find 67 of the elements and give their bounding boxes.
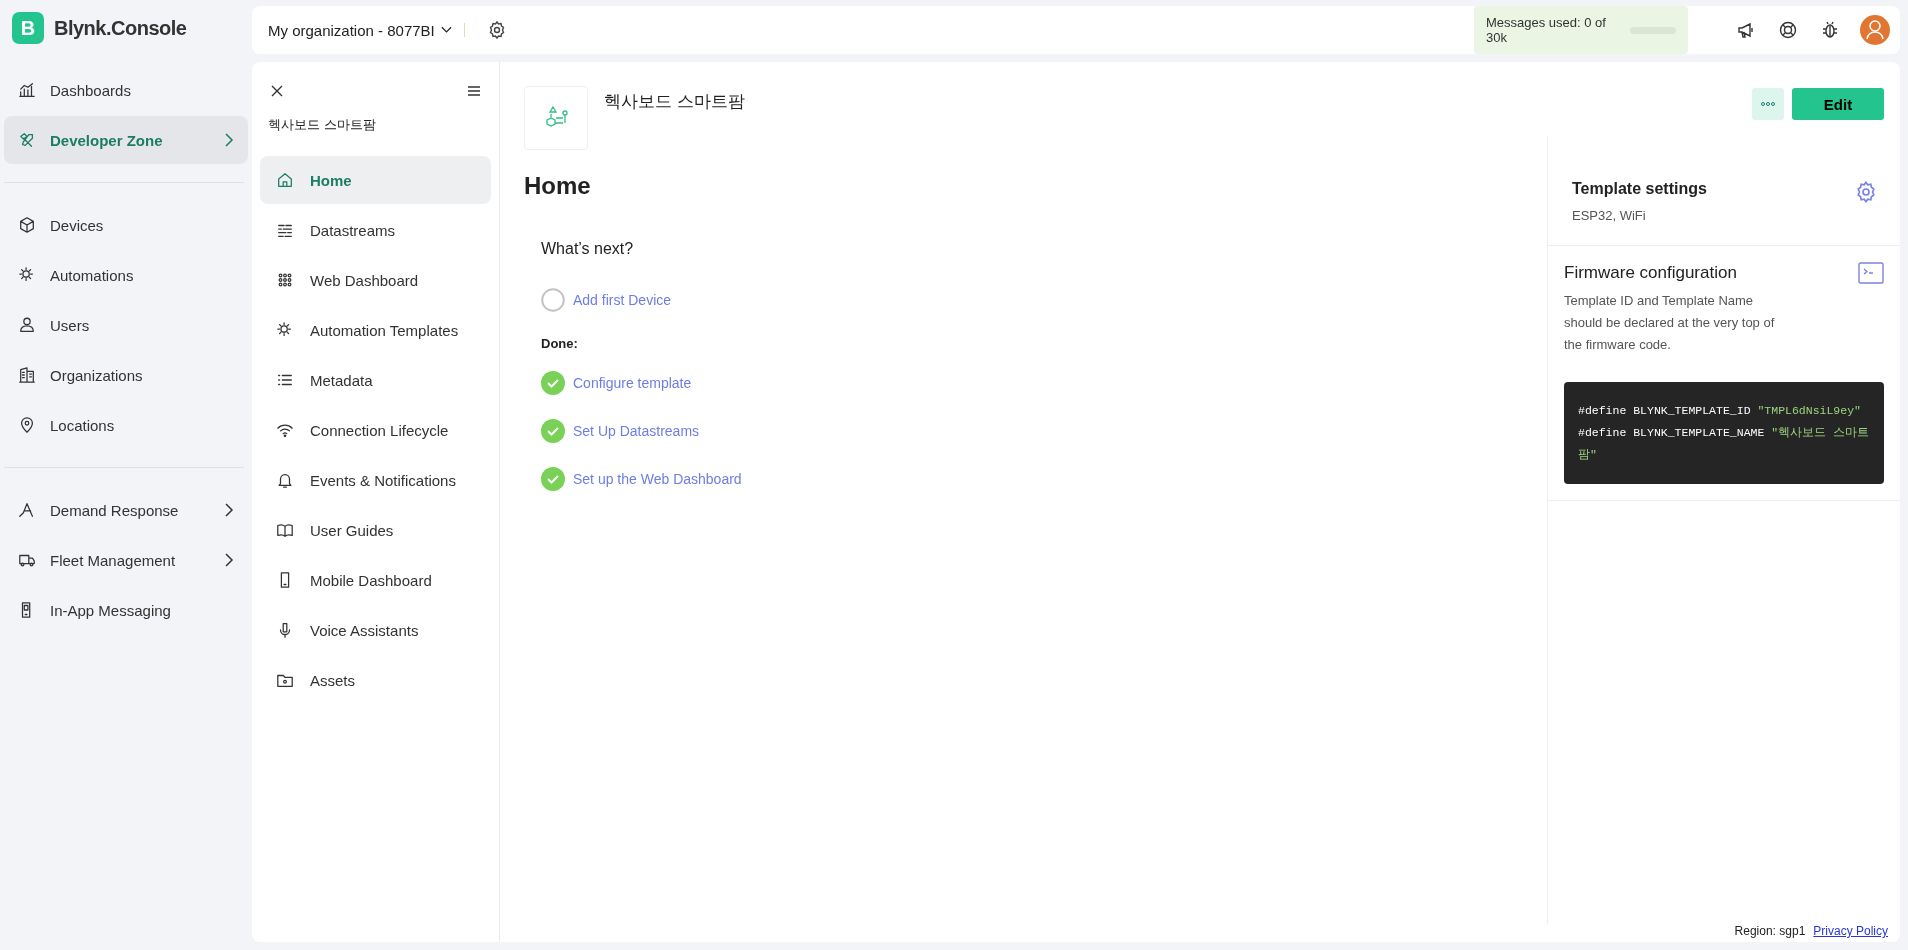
template-nav-item[interactable]: Metadata xyxy=(260,356,491,404)
template-name: 헥사보드 스마트팜 xyxy=(267,116,377,134)
template-nav-item[interactable]: User Guides xyxy=(260,506,491,554)
board-info: ESP32, WiFi xyxy=(1572,208,1647,223)
sidebar-item[interactable]: Users xyxy=(4,301,248,349)
sidebar-item[interactable]: Automations xyxy=(4,251,248,299)
step-link[interactable]: Add first Device xyxy=(573,292,672,308)
sidebar-item[interactable]: Devices xyxy=(4,201,248,249)
step-link[interactable]: Set Up Datastreams xyxy=(573,423,700,439)
step-link[interactable]: Configure template xyxy=(573,375,692,391)
sidebar-item-icon xyxy=(18,216,36,234)
code-line: #define BLYNK_TEMPLATE_NAME "헥사보드 스마트팜" xyxy=(1578,425,1870,463)
sidebar-item[interactable]: In-App Messaging xyxy=(4,586,248,634)
section-title: What’s next? xyxy=(541,240,635,258)
organization-dropdown[interactable]: My organization - 8077BI xyxy=(268,21,452,39)
edit-button[interactable]: Edit xyxy=(1792,88,1884,120)
sidebar-item[interactable]: Demand Response xyxy=(4,486,248,534)
sidebar-item-icon xyxy=(18,81,36,99)
template-nav-item[interactable]: Web Dashboard xyxy=(260,256,491,304)
template-image xyxy=(524,86,588,150)
more-button[interactable] xyxy=(1752,88,1784,120)
template-nav-item[interactable]: Automation Templates xyxy=(260,306,491,354)
more-icon xyxy=(1761,101,1775,107)
sidebar-item-icon xyxy=(18,416,36,434)
nav-item-icon xyxy=(276,271,294,289)
privacy-policy-link[interactable]: Privacy Policy xyxy=(1813,924,1888,938)
template-nav-item[interactable]: Assets xyxy=(260,656,491,704)
sidebar-item-icon xyxy=(18,366,36,384)
close-icon[interactable] xyxy=(270,84,284,98)
caret-down-icon xyxy=(440,26,452,34)
code-line: #define BLYNK_TEMPLATE_ID "TMPL6dNsiL9ey" xyxy=(1578,403,1862,419)
megaphone-icon[interactable] xyxy=(1736,20,1756,40)
template-nav-item[interactable]: Datastreams xyxy=(260,206,491,254)
firmware-title: Firmware configuration xyxy=(1564,263,1737,283)
sidebar-item-icon xyxy=(18,501,36,519)
template-title: 헥사보드 스마트팜 xyxy=(604,91,745,113)
sidebar-item[interactable]: Organizations xyxy=(4,351,248,399)
template-nav-item[interactable]: Mobile Dashboard xyxy=(260,556,491,604)
template-nav-item[interactable]: Connection Lifecycle xyxy=(260,406,491,454)
brand-name[interactable]: Blynk.Console xyxy=(54,16,187,40)
lifebuoy-icon[interactable] xyxy=(1778,20,1798,40)
template-nav-item[interactable]: Voice Assistants xyxy=(260,606,491,654)
messages-used-text: Messages used: 0 of 30k xyxy=(1486,15,1607,45)
sidebar-item-icon xyxy=(18,266,36,284)
region-text: Region: sgp1 xyxy=(1734,924,1806,938)
sidebar-item[interactable]: Locations xyxy=(4,401,248,449)
terminal-icon[interactable] xyxy=(1858,262,1884,284)
step-link[interactable]: Set up the Web Dashboard xyxy=(573,471,742,487)
sidebar-item-icon xyxy=(18,316,36,334)
page-title: Home xyxy=(523,171,592,200)
bug-icon[interactable] xyxy=(1820,20,1840,40)
sidebar-item[interactable]: Dashboards xyxy=(4,66,248,114)
sidebar-item-icon xyxy=(18,131,36,149)
nav-item-icon xyxy=(276,521,294,539)
template-settings-title: Template settings xyxy=(1572,180,1707,198)
nav-item-icon xyxy=(276,171,294,189)
nav-item-icon xyxy=(276,321,294,339)
menu-icon[interactable] xyxy=(467,84,481,98)
sidebar-item[interactable]: Developer Zone xyxy=(4,116,248,164)
template-nav-item[interactable]: Events & Notifications xyxy=(260,456,491,504)
nav-item-icon xyxy=(276,471,294,489)
template-nav-item[interactable]: Home xyxy=(260,156,491,204)
done-label: Done: xyxy=(541,336,579,351)
firmware-description: Template ID and Template Name should be declared at the very top of the firmware code. xyxy=(1564,292,1776,354)
avatar-icon[interactable] xyxy=(1860,15,1890,45)
nav-item-icon xyxy=(276,421,294,439)
sidebar-item[interactable]: Fleet Management xyxy=(4,536,248,584)
